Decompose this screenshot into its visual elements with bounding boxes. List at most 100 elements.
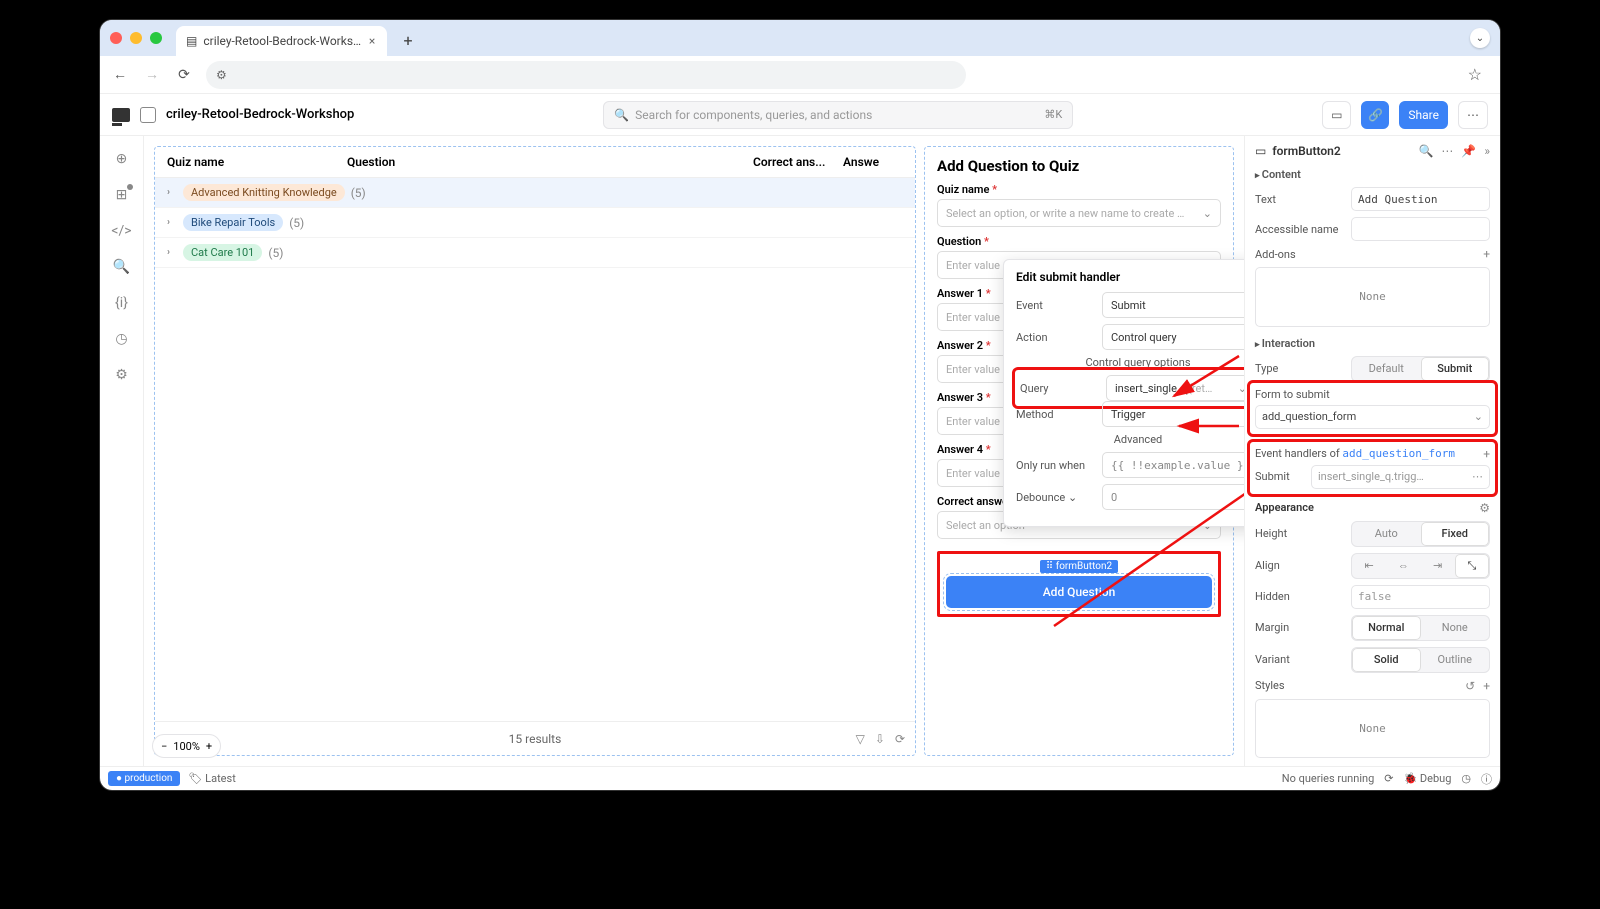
table-row[interactable]: › Bike Repair Tools (5)	[155, 208, 915, 238]
popover-title: Edit submit handler	[1016, 270, 1120, 284]
expand-icon[interactable]: ›	[167, 247, 177, 258]
col-correct[interactable]: Correct ans...	[753, 155, 843, 169]
table-row[interactable]: › Cat Care 101 (5)	[155, 238, 915, 268]
env-badge[interactable]: ● production	[108, 771, 180, 786]
latest-tag[interactable]: 🏷 Latest	[188, 772, 235, 785]
component-tag[interactable]: ⠿ formButton2	[1040, 560, 1118, 573]
preview-link-button[interactable]: 🔗	[1361, 101, 1389, 129]
back-icon[interactable]: ←	[110, 66, 130, 83]
maximize-window[interactable]	[150, 32, 162, 44]
quiz-name-field: Quiz name * Select an option, or write a…	[937, 183, 1221, 227]
add-question-form[interactable]: Add Question to Quiz Quiz name * Select …	[924, 146, 1234, 756]
variant-toggle[interactable]: SolidOutline	[1351, 647, 1490, 673]
reload-icon[interactable]: ⟳	[174, 67, 194, 83]
margin-toggle[interactable]: NormalNone	[1351, 615, 1490, 641]
pin-icon[interactable]: 📌	[1461, 144, 1476, 158]
site-settings-icon[interactable]: ⚙	[216, 68, 227, 82]
component-name[interactable]: formButton2	[1272, 144, 1340, 158]
tabs-overflow-icon[interactable]: ⌄	[1470, 28, 1490, 48]
share-button[interactable]: Share	[1399, 101, 1448, 129]
accessible-name-input[interactable]	[1351, 217, 1490, 241]
filter-icon[interactable]: ▽	[856, 732, 865, 746]
inspector-panel: ▭ formButton2 🔍 ⋯ 📌 » Content TextAdd Qu…	[1244, 136, 1500, 766]
canvas[interactable]: Quiz name Question Correct ans... Answe …	[144, 136, 1244, 766]
close-tab-icon[interactable]: ×	[367, 34, 377, 48]
responsive-icon[interactable]: ▭	[1322, 101, 1351, 129]
event-select[interactable]: Submit	[1102, 292, 1244, 318]
browser-tab[interactable]: ▤ criley-Retool-Bedrock-Works… ×	[176, 26, 387, 56]
add-icon[interactable]: ⊕	[113, 150, 131, 168]
debounce-input[interactable]: 0	[1102, 484, 1244, 510]
quiz-table[interactable]: Quiz name Question Correct ans... Answe …	[154, 146, 916, 756]
height-toggle[interactable]: AutoFixed	[1351, 521, 1490, 547]
interaction-section[interactable]: Interaction	[1255, 337, 1490, 350]
col-answer[interactable]: Answe	[843, 155, 903, 169]
debug-button[interactable]: 🐞 Debug	[1403, 772, 1451, 785]
state-icon[interactable]: {i}	[113, 294, 131, 312]
component-tree-icon[interactable]: ⊞	[113, 186, 131, 204]
history-icon[interactable]: ◷	[113, 330, 131, 348]
refresh-icon[interactable]: ⟳	[895, 732, 905, 746]
new-tab-button[interactable]: +	[395, 27, 421, 53]
form-title: Add Question to Quiz	[937, 157, 1221, 175]
hidden-input[interactable]: false	[1351, 585, 1490, 609]
styles-none[interactable]: None	[1255, 699, 1490, 759]
styles-add-icon[interactable]: +	[1483, 679, 1490, 693]
expand-icon[interactable]: ›	[167, 187, 177, 198]
zoom-in-icon[interactable]: +	[206, 740, 212, 753]
zoom-level: 100%	[173, 740, 200, 753]
form-link[interactable]: add_question_form	[1342, 447, 1455, 460]
type-toggle[interactable]: DefaultSubmit	[1351, 356, 1490, 382]
table-footer: 15 results ▽ ⇩ ⟳	[155, 721, 915, 755]
inspector-more-icon[interactable]: ⋯	[1441, 144, 1453, 158]
table-row[interactable]: › Advanced Knitting Knowledge (5)	[155, 178, 915, 208]
browser-toolbar: ← → ⟳ ⚙ ☆	[100, 56, 1500, 94]
addons-add-icon[interactable]: +	[1483, 247, 1490, 261]
quiz-name-select[interactable]: Select an option, or write a new name to…	[937, 199, 1221, 227]
add-question-button[interactable]: Add Question	[946, 576, 1212, 608]
col-quiz-name[interactable]: Quiz name	[167, 155, 347, 169]
address-bar[interactable]: ⚙	[206, 61, 966, 89]
form-to-submit-highlight: Form to submit add_question_form⌄	[1251, 384, 1494, 433]
appearance-section[interactable]: Appearance	[1255, 501, 1314, 514]
search-rail-icon[interactable]: 🔍	[113, 258, 131, 276]
close-window[interactable]	[110, 32, 122, 44]
more-menu-icon[interactable]: ⋯	[1458, 101, 1488, 129]
action-select[interactable]: Control query	[1102, 324, 1244, 350]
addons-none[interactable]: None	[1255, 267, 1490, 327]
add-handler-icon[interactable]: +	[1483, 447, 1490, 461]
form-to-submit-select[interactable]: add_question_form⌄	[1255, 405, 1490, 429]
expand-icon[interactable]: ›	[167, 217, 177, 228]
inspector-search-icon[interactable]: 🔍	[1418, 144, 1433, 158]
command-search[interactable]: 🔍 Search for components, queries, and ac…	[603, 101, 1073, 129]
appearance-settings-icon[interactable]: ⚙	[1479, 501, 1490, 515]
collapse-icon[interactable]: »	[1484, 144, 1490, 158]
code-icon[interactable]: </>	[113, 222, 131, 240]
quiz-pill: Cat Care 101	[183, 244, 262, 261]
zoom-control[interactable]: − 100% +	[152, 734, 221, 758]
method-select[interactable]: Trigger	[1102, 401, 1244, 427]
only-run-when-input[interactable]: {{ !!example.value }}	[1102, 452, 1244, 478]
align-toggle[interactable]: ⇤⇔⇥⤡	[1351, 553, 1490, 579]
content-section[interactable]: Content	[1255, 168, 1490, 181]
quiz-count: (5)	[289, 216, 304, 230]
breadcrumb[interactable]: criley-Retool-Bedrock-Workshop	[166, 107, 354, 122]
retool-logo-icon[interactable]	[112, 108, 130, 122]
col-question[interactable]: Question	[347, 155, 753, 169]
text-input[interactable]: Add Question	[1351, 187, 1490, 211]
left-rail: ⊕ ⊞ </> 🔍 {i} ◷ ⚙	[100, 136, 144, 766]
help-icon[interactable]: ⓘ	[1481, 771, 1492, 787]
queries-refresh-icon[interactable]: ⟳	[1384, 772, 1393, 785]
zoom-out-icon[interactable]: −	[161, 740, 167, 753]
page-icon[interactable]	[140, 107, 156, 123]
clock-icon[interactable]: ◷	[1461, 772, 1471, 785]
submit-handler[interactable]: insert_single_q.trigg…⋯	[1311, 465, 1490, 489]
bookmark-icon[interactable]: ☆	[1468, 65, 1482, 84]
query-select[interactable]: insert_single_q (ret…	[1106, 375, 1244, 401]
styles-reset-icon[interactable]: ↺	[1465, 679, 1475, 693]
settings-icon[interactable]: ⚙	[113, 366, 131, 384]
minimize-window[interactable]	[130, 32, 142, 44]
download-icon[interactable]: ⇩	[875, 732, 885, 746]
advanced-heading[interactable]: Advanced	[1016, 433, 1244, 446]
forward-icon[interactable]: →	[142, 66, 162, 83]
